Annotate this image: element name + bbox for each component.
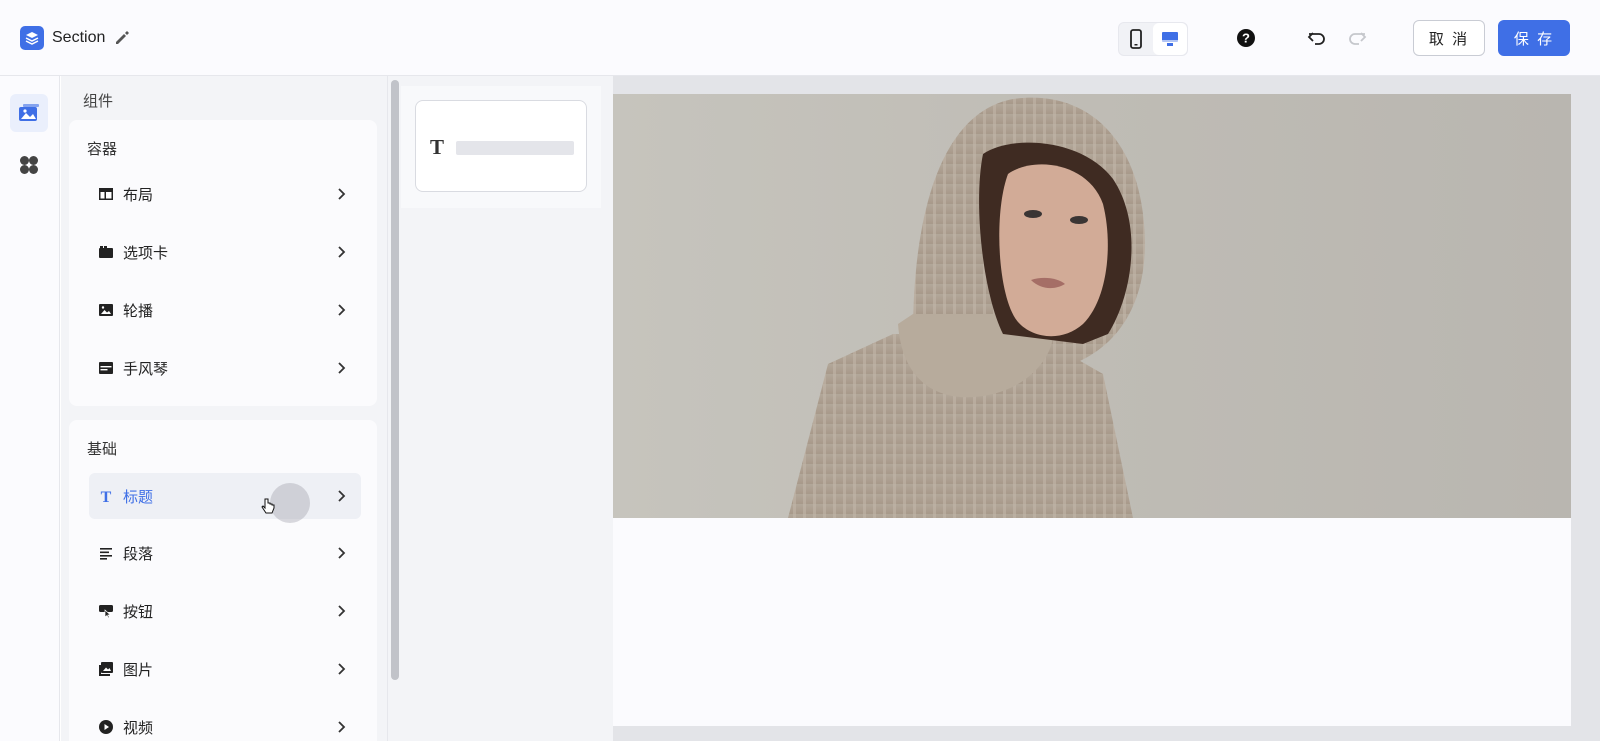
layers-logo-icon xyxy=(20,26,44,50)
mobile-view-button[interactable] xyxy=(1119,23,1153,55)
component-item-label: 视频 xyxy=(123,719,154,737)
canvas-right-gutter xyxy=(1571,76,1600,741)
section-title-area: Section xyxy=(20,26,131,50)
pencil-edit-icon[interactable] xyxy=(113,29,131,47)
rail-item-components[interactable] xyxy=(10,94,48,132)
hand-pointer-icon xyxy=(261,498,275,514)
chevron-right-icon xyxy=(338,663,346,675)
image-icon xyxy=(97,660,115,678)
section-title: Section xyxy=(52,29,106,46)
chevron-right-icon xyxy=(338,246,346,258)
left-rail xyxy=(0,76,60,741)
svg-text:?: ? xyxy=(1242,31,1250,46)
button-icon xyxy=(97,602,115,620)
panel-scrollbar[interactable] xyxy=(387,76,401,741)
group-title: 基础 xyxy=(87,441,118,458)
heading-preview-card[interactable]: T xyxy=(415,100,587,192)
component-item-video[interactable]: 视频 xyxy=(89,704,361,741)
heading-placeholder-bar xyxy=(456,141,574,155)
chevron-right-icon xyxy=(338,362,346,374)
device-switcher xyxy=(1118,22,1188,56)
component-item-layout[interactable]: 布局 xyxy=(89,171,361,217)
chevron-right-icon xyxy=(338,490,346,502)
desktop-view-button[interactable] xyxy=(1153,23,1187,55)
component-item-label: 手风琴 xyxy=(123,360,169,378)
component-item-label: 选项卡 xyxy=(123,244,169,262)
group-basic: 基础 T 标题 段落 按钮 图片 视频 xyxy=(69,420,377,741)
preview-card-wrapper: T xyxy=(401,86,601,208)
video-icon xyxy=(97,718,115,736)
component-item-label: 段落 xyxy=(123,545,154,563)
carousel-icon xyxy=(97,301,115,319)
hero-photo-illustration xyxy=(613,94,1571,518)
component-item-image[interactable]: 图片 xyxy=(89,646,361,692)
accordion-icon xyxy=(97,359,115,377)
rail-item-apps[interactable] xyxy=(10,146,48,184)
component-item-tabs[interactable]: 选项卡 xyxy=(89,229,361,275)
chevron-right-icon xyxy=(338,547,346,559)
component-item-label: 图片 xyxy=(123,661,154,679)
heading-icon: T xyxy=(97,487,115,505)
component-item-label: 轮播 xyxy=(123,302,154,320)
chevron-right-icon xyxy=(338,721,346,733)
component-item-accordion[interactable]: 手风琴 xyxy=(89,345,361,391)
scrollbar-thumb[interactable] xyxy=(391,80,399,680)
save-button[interactable]: 保 存 xyxy=(1498,20,1570,56)
component-item-heading[interactable]: T 标题 xyxy=(89,473,361,523)
paragraph-icon xyxy=(97,544,115,562)
group-title: 容器 xyxy=(87,141,118,158)
component-item-label: 标题 xyxy=(123,488,154,506)
chevron-right-icon xyxy=(338,188,346,200)
page-canvas[interactable] xyxy=(613,94,1571,726)
component-item-label: 按钮 xyxy=(123,603,154,621)
chevron-right-icon xyxy=(338,605,346,617)
heading-preview-glyph: T xyxy=(430,135,445,159)
desktop-icon xyxy=(1162,32,1178,46)
component-item-carousel[interactable]: 轮播 xyxy=(89,287,361,333)
help-icon[interactable]: ? xyxy=(1234,26,1258,50)
component-item-paragraph[interactable]: 段落 xyxy=(89,530,361,576)
mobile-icon xyxy=(1130,29,1142,49)
apps-clover-icon xyxy=(20,156,38,174)
svg-text:T: T xyxy=(101,489,112,504)
group-container: 容器 布局 选项卡 轮播 手风琴 xyxy=(69,120,377,406)
panel-title: 组件 xyxy=(83,93,114,110)
component-panel: 组件 容器 布局 选项卡 轮播 手风琴 基础 T 标题 段落 按钮 图片 视频 xyxy=(61,76,387,741)
layout-icon xyxy=(97,185,115,203)
chevron-right-icon xyxy=(338,304,346,316)
redo-icon[interactable] xyxy=(1346,27,1368,49)
tabs-icon xyxy=(97,243,115,261)
hero-image[interactable] xyxy=(613,94,1571,518)
image-gallery-icon xyxy=(19,104,39,121)
undo-icon[interactable] xyxy=(1306,27,1328,49)
cancel-button[interactable]: 取 消 xyxy=(1413,20,1485,56)
component-item-button[interactable]: 按钮 xyxy=(89,588,361,634)
component-item-label: 布局 xyxy=(123,186,154,204)
component-preview-column: T xyxy=(401,76,613,741)
top-toolbar: Section ? 取 消 保 存 xyxy=(0,0,1600,76)
